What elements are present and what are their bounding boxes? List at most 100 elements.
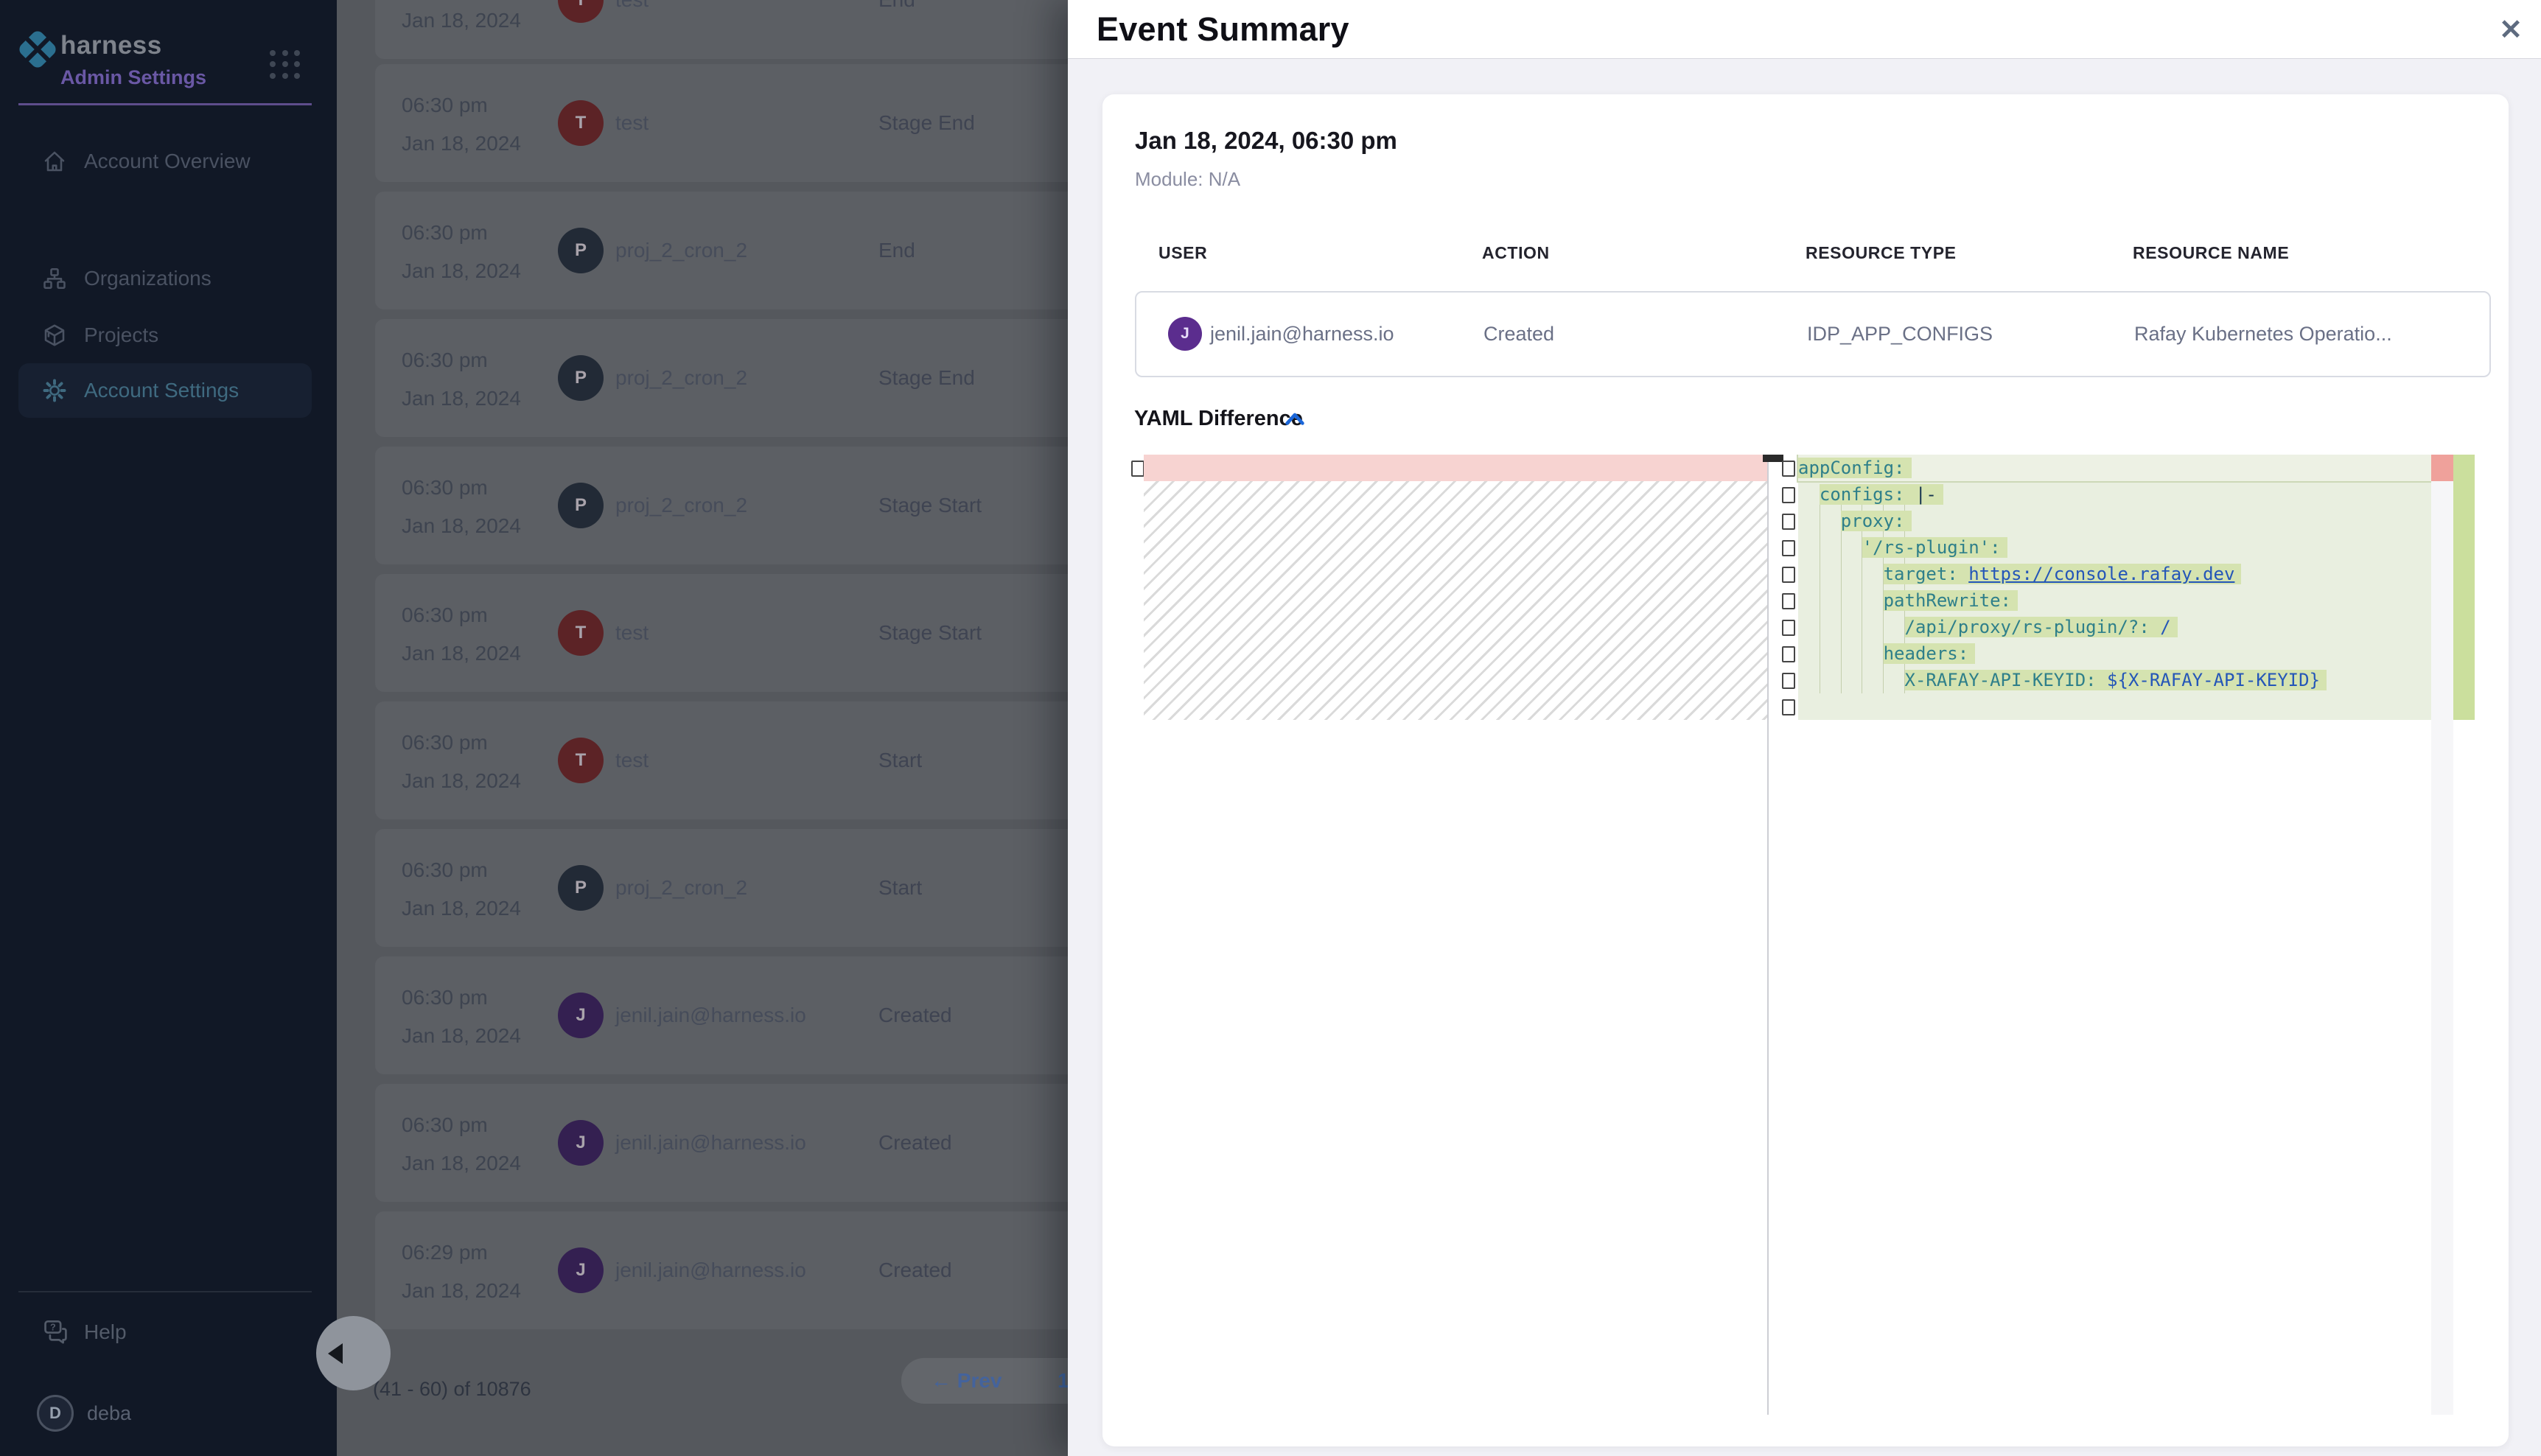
row-user-name: proj_2_cron_2 — [615, 366, 747, 390]
row-date: Jan 18, 2024 — [402, 642, 521, 665]
diff-code-line: /api/proxy/rs-plugin/?: / — [1798, 614, 2431, 640]
row-user-name: test — [615, 111, 649, 135]
row-date: Jan 18, 2024 — [402, 1024, 521, 1048]
sidebar-item-label: Account Overview — [84, 150, 251, 173]
row-time: 06:30 pm — [402, 221, 488, 245]
help-label: Help — [84, 1320, 127, 1344]
table-row[interactable]: 06:30 pmJan 18, 2024TtestEnd — [375, 0, 1068, 59]
harness-logo-icon — [19, 31, 56, 68]
row-time: 06:30 pm — [402, 94, 488, 117]
avatar: P — [558, 355, 604, 401]
row-time: 06:30 pm — [402, 731, 488, 755]
diff-overview-removed-marker — [2431, 455, 2453, 481]
row-action: End — [878, 0, 915, 12]
row-time: 06:29 pm — [402, 1241, 488, 1264]
table-row[interactable]: 06:30 pmJan 18, 2024Pproj_2_cron_2Stage … — [375, 447, 1068, 564]
row-action: Created — [878, 1131, 952, 1155]
diff-scrollbar-track[interactable] — [2431, 455, 2453, 1415]
table-row[interactable]: 06:30 pmJan 18, 2024Pproj_2_cron_2Start — [375, 829, 1068, 947]
cube-icon — [41, 322, 68, 349]
row-user-name: test — [615, 621, 649, 645]
diff-pane-divider[interactable] — [1767, 455, 1769, 1415]
collapse-arrow-icon — [328, 1343, 343, 1364]
diff-gutter-marker — [1782, 540, 1795, 556]
row-user-name: test — [615, 749, 649, 772]
gear-icon — [41, 377, 68, 404]
yaml-diff-editor[interactable]: appConfig: configs: |- proxy: '/rs-plugi… — [1130, 455, 2475, 1415]
diff-code-line: appConfig: — [1798, 455, 2431, 481]
page-number-button[interactable]: 1 — [1058, 1358, 1068, 1404]
diff-gutter-marker — [1782, 487, 1795, 503]
app-root: harness Admin Settings Account Overview O… — [0, 0, 2541, 1456]
sidebar-item-account-overview[interactable]: Account Overview — [18, 134, 312, 189]
svg-text:?: ? — [50, 1322, 56, 1332]
chevron-up-icon[interactable] — [1284, 410, 1306, 432]
drawer-header: Event Summary ✕ — [1068, 0, 2541, 59]
row-date: Jan 18, 2024 — [402, 897, 521, 920]
avatar: T — [558, 610, 604, 656]
prev-page-button[interactable]: ← Prev — [931, 1358, 1002, 1404]
avatar: T — [558, 100, 604, 146]
event-action: Created — [1483, 293, 1554, 376]
sidebar: harness Admin Settings Account Overview O… — [0, 0, 337, 1456]
apps-grid-icon[interactable] — [270, 50, 302, 80]
sidebar-item-organizations[interactable]: Organizations — [18, 251, 312, 306]
diff-gutter-marker — [1782, 593, 1795, 609]
sidebar-item-label: Projects — [84, 323, 158, 347]
row-user-name: jenil.jain@harness.io — [615, 1259, 806, 1282]
table-row[interactable]: 06:30 pm Jan 18, 2024 Pproj_2_cron_2 Stage … — [375, 319, 1068, 437]
yaml-difference-label: YAML Difference — [1134, 407, 1303, 431]
event-summary-card: Jan 18, 2024, 06:30 pm Module: N/A USERA… — [1102, 94, 2509, 1446]
event-resource-type: IDP_APP_CONFIGS — [1807, 293, 1993, 376]
row-date: Jan 18, 2024 — [402, 1279, 521, 1303]
event-datetime: Jan 18, 2024, 06:30 pm — [1135, 127, 1397, 155]
diff-removed-line — [1144, 455, 1767, 481]
diff-code-line: configs: |- — [1798, 481, 2431, 508]
avatar: J — [558, 993, 604, 1038]
table-row[interactable]: 06:30 pmJan 18, 2024TtestStage Start — [375, 574, 1068, 692]
diff-gutter-marker — [1782, 699, 1795, 715]
avatar: P — [558, 228, 604, 273]
avatar: J — [558, 1120, 604, 1166]
row-date: Jan 18, 2024 — [402, 132, 521, 155]
org-chart-icon — [41, 265, 68, 292]
column-header: RESOURCE NAME — [2133, 243, 2289, 263]
sidebar-item-projects[interactable]: Projects — [18, 308, 312, 363]
row-date: Jan 18, 2024 — [402, 514, 521, 538]
row-date: Jan 18, 2024 — [402, 9, 521, 32]
diff-code-line: pathRewrite: — [1798, 587, 2431, 614]
table-row[interactable]: 06:30 pmJan 18, 2024Jjenil.jain@harness.… — [375, 956, 1068, 1074]
diff-sash-handle[interactable] — [1763, 455, 1783, 462]
column-header: ACTION — [1482, 243, 1550, 263]
row-user-name: jenil.jain@harness.io — [615, 1004, 806, 1027]
diff-gutter-marker — [1131, 461, 1144, 477]
row-action: Stage End — [878, 366, 975, 390]
yaml-target-link[interactable]: https://console.rafay.dev — [1968, 564, 2234, 584]
diff-code-line: target: https://console.rafay.dev — [1798, 561, 2431, 587]
table-row[interactable]: 06:30 pmJan 18, 2024Pproj_2_cron_2End — [375, 192, 1068, 309]
event-user: jenil.jain@harness.io — [1210, 293, 1394, 376]
sidebar-collapse-handle[interactable] — [316, 1316, 391, 1390]
table-row[interactable]: 06:30 pmJan 18, 2024Jjenil.jain@harness.… — [375, 1084, 1068, 1202]
table-row[interactable]: 06:30 pmJan 18, 2024TtestStage End — [375, 64, 1068, 182]
row-date: Jan 18, 2024 — [402, 387, 521, 410]
brand-title: harness — [60, 31, 162, 60]
sidebar-item-account-settings[interactable]: Account Settings — [18, 363, 312, 418]
row-time: 06:30 pm — [402, 349, 488, 372]
sidebar-item-help[interactable]: ? Help — [18, 1305, 312, 1359]
module-title: Admin Settings — [60, 66, 206, 89]
avatar: P — [558, 483, 604, 528]
row-action: Start — [878, 876, 922, 900]
row-action: Stage Start — [878, 621, 982, 645]
diff-code-line: headers: — [1798, 640, 2431, 667]
sidebar-divider — [18, 103, 312, 105]
event-resource-name: Rafay Kubernetes Operatio... — [2134, 293, 2392, 376]
close-icon[interactable]: ✕ — [2490, 9, 2531, 50]
diff-gutter-marker — [1782, 646, 1795, 662]
diff-gutter-marker — [1782, 673, 1795, 689]
user-menu[interactable]: D deba — [18, 1389, 312, 1438]
table-row[interactable]: 06:29 pmJan 18, 2024Jjenil.jain@harness.… — [375, 1211, 1068, 1329]
pagination-bar: ← Prev 1 — [901, 1358, 1068, 1404]
table-row[interactable]: 06:30 pmJan 18, 2024TtestStart — [375, 701, 1068, 819]
avatar: T — [558, 0, 604, 23]
